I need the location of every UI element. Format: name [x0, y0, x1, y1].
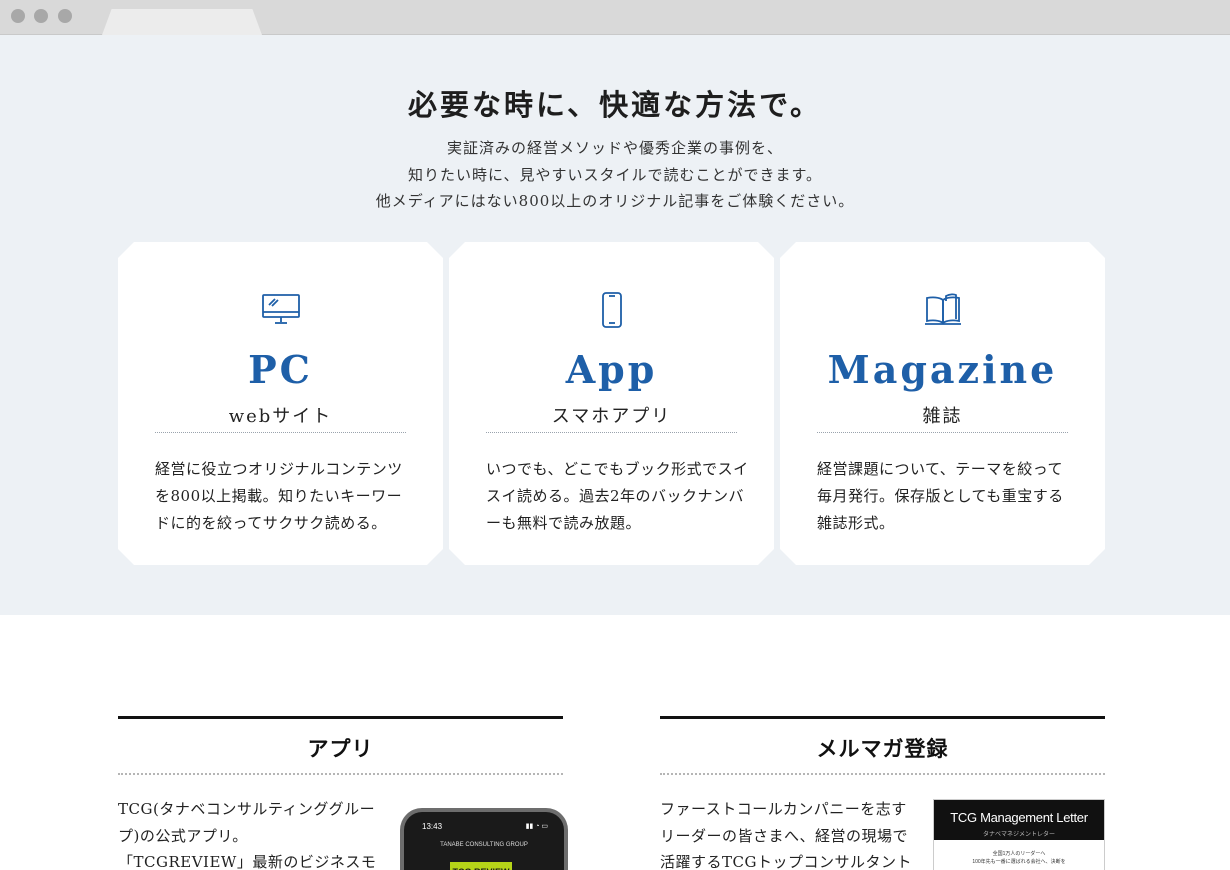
card-description: 経営に役立つオリジナルコンテンツ を800以上掲載。知りたいキーワー ドに的を絞… [155, 456, 413, 537]
newsletter-description: ファーストコールカンパニーを志す リーダーの皆さまへ、経営の現場で 活躍するTC… [660, 796, 912, 870]
newsletter-section: メルマガ登録 ファーストコールカンパニーを志す リーダーの皆さまへ、経営の現場で… [660, 716, 1105, 870]
card-divider [486, 432, 737, 433]
media-intro-section: 必要な時に、快適な方法で。 実証済みの経営メソッドや優秀企業の事例を、 知りたい… [0, 35, 1230, 615]
hero-desc-line: 他メディアにはない800以上のオリジナル記事をご体験ください。 [375, 192, 855, 210]
card-title: Magazine [827, 347, 1058, 392]
card-text-line: 経営に役立つオリジナルコンテンツ [155, 460, 403, 478]
card-text-line: スイ読める。過去2年のバックナンバ [486, 487, 745, 505]
body-text-line: 活躍するTCGトップコンサルタント [660, 853, 912, 870]
smartphone-icon [449, 292, 774, 332]
body-text-line: 「TCGREVIEW」最新のビジネスモ [118, 853, 377, 870]
card-subtitle: 雑誌 [922, 406, 963, 427]
book-icon [780, 292, 1105, 332]
newsletter-kana: タナベマネジメントレター [982, 832, 1055, 838]
app-section: アプリ TCG(タナベコンサルティンググルー プ)の公式アプリ。 「TCGREV… [118, 716, 568, 870]
tcg-review-logo: TCG REVIEW [450, 862, 512, 870]
hero-desc-line: 知りたい時に、見やすいスタイルで読むことができます。 [407, 165, 823, 184]
app-description: TCG(タナベコンサルティンググルー プ)の公式アプリ。 「TCGREVIEW」… [118, 796, 376, 870]
card-text-line: いつでも、どこでもブック形式でスイ [486, 460, 749, 478]
newsletter-preview-image[interactable]: TCG Management Letter タナベマネジメントレター 全国1万人… [933, 799, 1105, 870]
body-text-line: ファーストコールカンパニーを志す [660, 800, 907, 818]
card-text-line: ドに的を絞ってサクサク読める。 [155, 514, 387, 532]
browser-chrome [0, 0, 1230, 35]
body-text-line: リーダーの皆さまへ、経営の現場で [660, 826, 909, 845]
minimize-window-dot[interactable] [34, 9, 48, 23]
card-app[interactable]: App スマホアプリ いつでも、どこでもブック形式でスイ スイ読める。過去2年の… [449, 242, 774, 565]
card-subtitle: スマホアプリ [551, 406, 672, 427]
section-top-bar [660, 716, 1105, 719]
hero-description: 実証済みの経営メソッドや優秀企業の事例を、 知りたい時に、見やすいスタイルで読む… [0, 135, 1230, 215]
phone-brand: TANABE CONSULTING GROUP [440, 842, 528, 848]
card-text-line: を800以上掲載。知りたいキーワー [155, 487, 403, 505]
card-divider [817, 432, 1068, 433]
card-divider [155, 432, 406, 433]
browser-tab[interactable] [102, 9, 262, 35]
card-magazine[interactable]: Magazine 雑誌 経営課題について、テーマを絞って 毎月発行。保存版として… [780, 242, 1105, 565]
card-text-line: 経営課題について、テーマを絞って [817, 460, 1064, 478]
excerpt-line: 100年先も一番に選ばれる会社へ、決断を [972, 859, 1066, 865]
hero-desc-line: 実証済みの経営メソッドや優秀企業の事例を、 [446, 139, 783, 157]
signal-battery-icon: ▮▮ ◔ ▭ [525, 823, 548, 830]
close-window-dot[interactable] [11, 9, 25, 23]
app-phone-image[interactable]: 13:43 ▮▮ ◔ ▭ TANABE CONSULTING GROUP TCG… [400, 808, 568, 870]
card-subtitle: webサイト [228, 406, 333, 427]
card-description: 経営課題について、テーマを絞って 毎月発行。保存版としても重宝する 雑誌形式。 [817, 456, 1075, 537]
card-text-line: 毎月発行。保存版としても重宝する [817, 487, 1064, 505]
card-title: App [565, 347, 658, 392]
section-top-bar [118, 716, 563, 719]
card-text-line: 雑誌形式。 [817, 514, 895, 532]
section-divider [118, 773, 563, 775]
hero-title: 必要な時に、快適な方法で。 [408, 88, 822, 122]
section-divider [660, 773, 1105, 775]
section-heading: アプリ [307, 736, 374, 761]
section-heading: メルマガ登録 [816, 736, 949, 761]
body-text-line: TCG(タナベコンサルティンググルー [118, 800, 376, 818]
phone-time: 13:43 [422, 822, 443, 831]
maximize-window-dot[interactable] [58, 9, 72, 23]
card-text-line: ーも無料で読み放題。 [486, 514, 642, 532]
excerpt-line: 全国1万人のリーダーへ [992, 851, 1046, 857]
monitor-icon [118, 292, 443, 332]
card-description: いつでも、どこでもブック形式でスイ スイ読める。過去2年のバックナンバ ーも無料… [486, 456, 744, 537]
body-text-line: プ)の公式アプリ。 [118, 826, 248, 845]
card-title: PC [248, 347, 313, 392]
card-pc[interactable]: PC webサイト 経営に役立つオリジナルコンテンツ を800以上掲載。知りたい… [118, 242, 443, 565]
newsletter-excerpt: 全国1万人のリーダーへ 100年先も一番に選ばれる会社へ、決断を [934, 850, 1104, 866]
